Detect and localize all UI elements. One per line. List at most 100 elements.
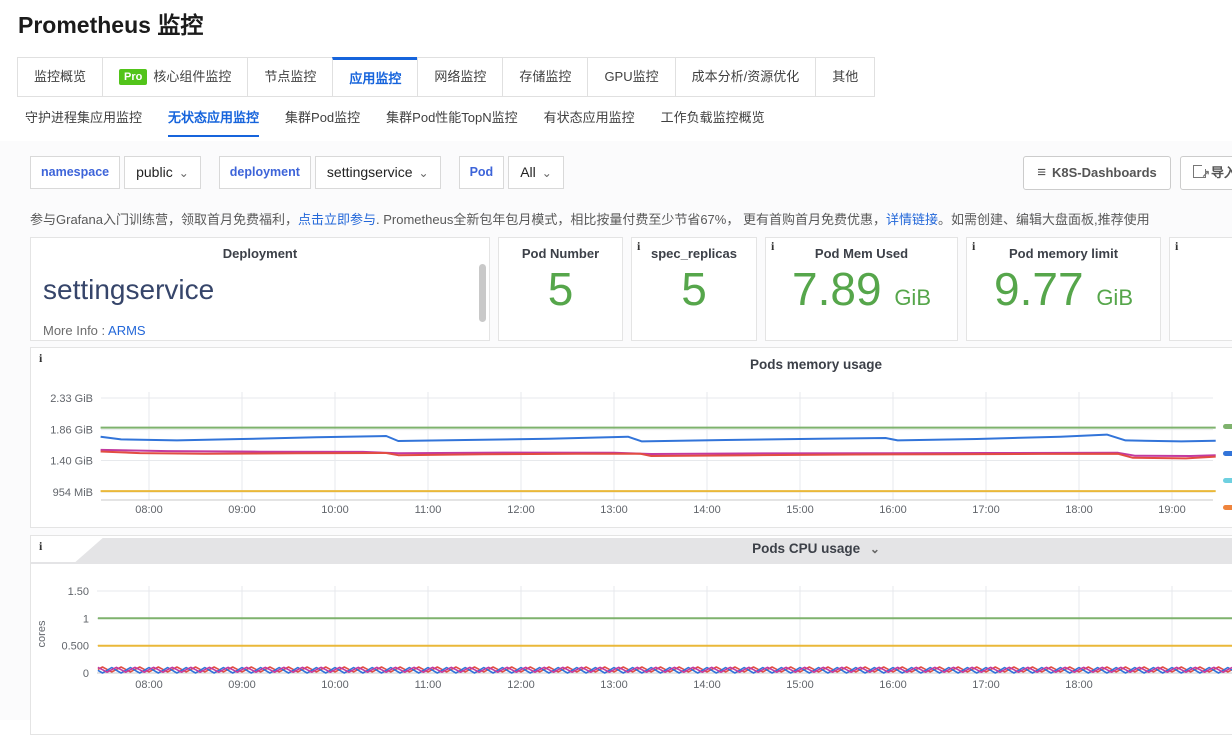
svg-text:11:00: 11:00: [415, 504, 442, 516]
tab-storage-monitor[interactable]: 存储监控: [502, 57, 588, 97]
k8s-dashboards-button[interactable]: ≡K8S-Dashboards: [1023, 156, 1171, 190]
cpu-chart-svg: 1.5010.500008:0009:0010:0011:0012:0013:0…: [31, 536, 1232, 735]
stat-title: Pod memory limit: [967, 246, 1160, 261]
deployment-variable: deployment settingservice⌄: [219, 156, 441, 189]
svg-text:1.86 GiB: 1.86 GiB: [50, 425, 93, 437]
svg-text:08:00: 08:00: [135, 504, 163, 516]
svg-text:18:00: 18:00: [1065, 679, 1093, 691]
stat-title: Deployment: [31, 246, 489, 261]
svg-text:09:00: 09:00: [228, 504, 256, 516]
svg-text:954 MiB: 954 MiB: [53, 487, 93, 499]
tab-cost-analysis[interactable]: 成本分析/资源优化: [675, 57, 817, 97]
memory-usage-panel: i Pods memory usage 2.33 GiB1.86 GiB1.40…: [30, 347, 1232, 528]
tab-node-monitor[interactable]: 节点监控: [247, 57, 333, 97]
svg-text:1.50: 1.50: [68, 586, 89, 598]
svg-text:10:00: 10:00: [321, 679, 349, 691]
svg-text:13:00: 13:00: [600, 504, 628, 516]
svg-text:09:00: 09:00: [228, 679, 256, 691]
page-title: Prometheus 监控: [18, 6, 203, 40]
tab-core-components[interactable]: Pro 核心组件监控: [102, 57, 248, 97]
svg-text:0.500: 0.500: [61, 641, 89, 653]
svg-text:2.33 GiB: 2.33 GiB: [50, 393, 93, 405]
svg-text:12:00: 12:00: [507, 504, 535, 516]
stat-panel-partial: i: [1169, 237, 1232, 341]
caret-down-icon: ⌄: [179, 166, 189, 180]
pod-mem-used-value: 7.89 GiB: [766, 262, 957, 316]
svg-text:0: 0: [83, 668, 89, 680]
info-icon[interactable]: i: [1175, 239, 1178, 254]
tab-gpu-monitor[interactable]: GPU监控: [587, 57, 675, 97]
stat-title: Pod Number: [499, 246, 622, 261]
svg-text:10:00: 10:00: [321, 504, 349, 516]
svg-text:1.40 GiB: 1.40 GiB: [50, 456, 93, 468]
pod-memory-limit-value: 9.77 GiB: [967, 262, 1160, 316]
legend-marker[interactable]: [1223, 478, 1232, 483]
subtab-stateless-apps[interactable]: 无状态应用监控: [168, 107, 259, 137]
stat-title: Pod Mem Used: [766, 246, 957, 261]
svg-text:16:00: 16:00: [879, 679, 907, 691]
info-icon[interactable]: i: [39, 351, 42, 366]
banner-join-link[interactable]: 点击立即参与: [298, 212, 376, 227]
svg-text:18:00: 18:00: [1065, 504, 1093, 516]
banner-details-link[interactable]: 详情链接: [886, 212, 938, 227]
variable-toolbar: namespace public⌄ deployment settingserv…: [30, 156, 564, 189]
svg-text:11:00: 11:00: [415, 679, 442, 691]
svg-text:17:00: 17:00: [972, 679, 1000, 691]
info-icon[interactable]: i: [39, 539, 42, 554]
external-link-icon: [1193, 165, 1206, 178]
caret-down-icon: ⌄: [419, 166, 429, 180]
import-button[interactable]: 导入(: [1180, 156, 1232, 190]
svg-text:13:00: 13:00: [600, 679, 628, 691]
pod-dropdown[interactable]: All⌄: [508, 156, 564, 189]
deployment-dropdown[interactable]: settingservice⌄: [315, 156, 441, 189]
arms-link[interactable]: ARMS: [108, 323, 146, 338]
spec-replicas-value: 5: [632, 262, 756, 316]
svg-text:15:00: 15:00: [786, 679, 814, 691]
memory-chart-svg: 2.33 GiB 1.86 GiB 1.40 GiB 954 MiB 08:00 09:0…: [31, 348, 1232, 528]
hamburger-icon: ≡: [1037, 164, 1046, 181]
svg-text:17:00: 17:00: [972, 504, 1000, 516]
tab-network-monitor[interactable]: 网络监控: [417, 57, 503, 97]
subtab-workload-overview[interactable]: 工作负载监控概览: [661, 107, 765, 137]
subtab-stateful-apps[interactable]: 有状态应用监控: [544, 107, 635, 137]
subtab-daemonset-apps[interactable]: 守护进程集应用监控: [25, 107, 142, 137]
pro-badge: Pro: [119, 69, 147, 85]
pod-variable: Pod All⌄: [459, 156, 564, 189]
stat-panel-pod-memory-limit: i Pod memory limit 9.77 GiB: [966, 237, 1161, 341]
subtab-cluster-pod[interactable]: 集群Pod监控: [285, 107, 360, 137]
primary-tab-bar: 监控概览 Pro 核心组件监控 节点监控 应用监控 网络监控 存储监控 GPU监控…: [18, 57, 875, 97]
svg-text:19:00: 19:00: [1158, 504, 1186, 516]
deployment-value: settingservice: [43, 274, 214, 306]
banner-text: . Prometheus全新包年包月模式，相比按量付费至少节省67%， 更有首购…: [376, 212, 886, 227]
banner-text: 参与Grafana入门训练营，领取首月免费福利，: [30, 212, 298, 227]
tab-other[interactable]: 其他: [815, 57, 875, 97]
info-icon[interactable]: i: [771, 239, 774, 254]
namespace-variable: namespace public⌄: [30, 156, 201, 189]
subtab-pod-topn[interactable]: 集群Pod性能TopN监控: [386, 107, 517, 137]
secondary-tab-bar: 守护进程集应用监控 无状态应用监控 集群Pod监控 集群Pod性能TopN监控 …: [25, 107, 765, 137]
tab-monitor-overview[interactable]: 监控概览: [17, 57, 103, 97]
promo-banner: 参与Grafana入门训练营，领取首月免费福利，点击立即参与. Promethe…: [30, 209, 1232, 228]
tab-app-monitor[interactable]: 应用监控: [332, 57, 418, 97]
stat-panel-spec-replicas: i spec_replicas 5: [631, 237, 757, 341]
panel-scrollbar[interactable]: [479, 264, 486, 322]
svg-text:14:00: 14:00: [693, 504, 721, 516]
stat-panel-deployment: Deployment settingservice More Info : AR…: [30, 237, 490, 341]
stat-panel-pod-number: Pod Number 5: [498, 237, 623, 341]
info-icon[interactable]: i: [637, 239, 640, 254]
stat-panel-pod-mem-used: i Pod Mem Used 7.89 GiB: [765, 237, 958, 341]
svg-text:15:00: 15:00: [786, 504, 814, 516]
cpu-usage-panel: i Pods CPU usage ⌄ cores 1.5010.500008:0…: [30, 535, 1232, 735]
more-info-row: More Info : ARMS: [43, 323, 146, 338]
legend-marker[interactable]: [1223, 424, 1232, 429]
legend-marker[interactable]: [1223, 451, 1232, 456]
banner-text: 。如需创建、编辑大盘面板,推荐使用: [938, 212, 1150, 227]
namespace-dropdown[interactable]: public⌄: [124, 156, 201, 189]
namespace-label: namespace: [30, 156, 120, 189]
info-icon[interactable]: i: [972, 239, 975, 254]
stat-title: spec_replicas: [632, 246, 756, 261]
svg-text:16:00: 16:00: [879, 504, 907, 516]
legend-marker[interactable]: [1223, 505, 1232, 510]
svg-text:1: 1: [83, 613, 89, 625]
tab-core-components-label: 核心组件监控: [153, 69, 231, 84]
